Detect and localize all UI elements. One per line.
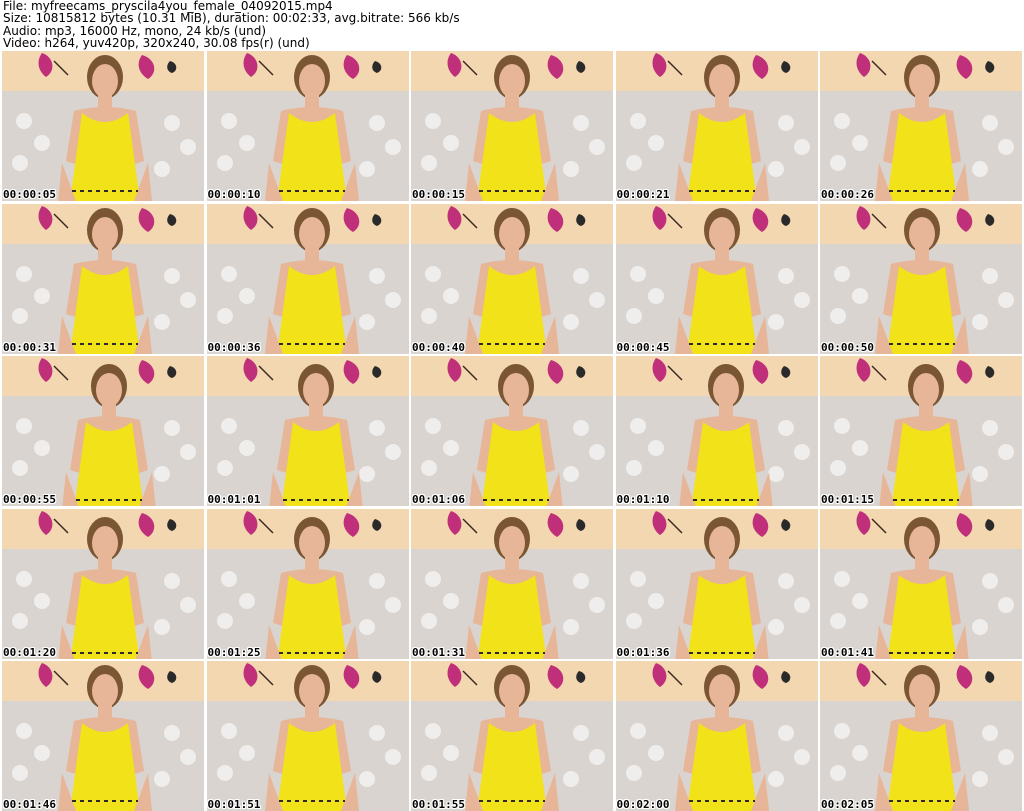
video-frame-image	[615, 661, 818, 811]
timestamp-label: 00:01:06	[412, 493, 465, 506]
timestamp-label: 00:02:00	[616, 798, 670, 811]
timestamp-label: 00:01:41	[821, 645, 874, 659]
timestamp-label: 00:01:15	[821, 493, 874, 506]
video-thumbnail: 00:01:25	[206, 508, 409, 659]
file-size-line: Size: 10815812 bytes (10.31 MiB), durati…	[3, 11, 460, 26]
timestamp-label: 00:01:46	[3, 798, 56, 811]
video-frame-image	[820, 508, 1022, 659]
video-thumbnail: 00:01:41	[820, 508, 1022, 659]
video-frame-image	[206, 508, 409, 659]
timestamp-label: 00:01:51	[207, 798, 261, 811]
video-frame-image	[820, 51, 1022, 201]
video-frame-image	[820, 203, 1022, 354]
video-thumbnail: 00:02:05	[820, 661, 1022, 811]
video-frame-image	[615, 51, 818, 201]
file-info-header: File: myfreecams_pryscila4you_female_040…	[3, 0, 1021, 50]
video-frame-image	[615, 356, 818, 506]
video-thumbnail: 00:01:06	[411, 356, 613, 506]
timestamp-label: 00:01:01	[207, 493, 261, 506]
timestamp-label: 00:00:31	[3, 340, 56, 354]
timestamp-label: 00:00:26	[821, 188, 874, 201]
video-frame-image	[2, 661, 204, 811]
video-thumbnail: 00:00:55	[2, 356, 204, 506]
video-thumbnail: 00:01:55	[411, 661, 613, 811]
video-frame-image	[2, 51, 204, 201]
timestamp-label: 00:02:05	[821, 798, 874, 811]
timestamp-label: 00:00:55	[3, 493, 56, 506]
video-thumbnail: 00:00:36	[206, 203, 409, 354]
video-thumbnail: 00:02:00	[615, 661, 818, 811]
video-thumbnail: 00:00:10	[206, 51, 409, 201]
timestamp-label: 00:00:36	[207, 340, 261, 354]
video-thumbnail: 00:01:15	[820, 356, 1022, 506]
timestamp-label: 00:00:10	[207, 188, 261, 201]
timestamp-label: 00:00:50	[821, 340, 874, 354]
timestamp-label: 00:00:40	[412, 340, 465, 354]
video-thumbnail: 00:00:50	[820, 203, 1022, 354]
timestamp-label: 00:01:20	[3, 645, 56, 659]
video-thumbnail: 00:00:31	[2, 203, 204, 354]
video-frame-image	[615, 508, 818, 659]
video-thumbnail: 00:01:46	[2, 661, 204, 811]
video-frame-image	[411, 356, 613, 506]
timestamp-label: 00:00:05	[3, 188, 56, 201]
video-frame-image	[411, 661, 613, 811]
video-frame-image	[206, 661, 409, 811]
video-thumbnail: 00:00:45	[615, 203, 818, 354]
video-frame-image	[2, 508, 204, 659]
timestamp-label: 00:00:21	[616, 188, 670, 201]
video-frame-image	[615, 203, 818, 354]
timestamp-label: 00:01:10	[616, 493, 670, 506]
timestamp-label: 00:01:25	[207, 645, 261, 659]
video-thumbnail: 00:01:01	[206, 356, 409, 506]
video-thumbnail: 00:01:20	[2, 508, 204, 659]
video-thumbnail: 00:01:10	[615, 356, 818, 506]
video-thumbnail: 00:00:21	[615, 51, 818, 201]
timestamp-label: 00:00:45	[616, 340, 670, 354]
video-info-line: Video: h264, yuv420p, 320x240, 30.08 fps…	[3, 35, 310, 50]
video-frame-image	[820, 661, 1022, 811]
video-thumbnail: 00:01:36	[615, 508, 818, 659]
video-frame-image	[206, 356, 409, 506]
timestamp-label: 00:01:31	[412, 645, 465, 659]
video-thumbnail: 00:01:31	[411, 508, 613, 659]
video-frame-image	[2, 203, 204, 354]
video-thumbnail: 00:00:26	[820, 51, 1022, 201]
timestamp-label: 00:01:55	[412, 798, 465, 811]
video-frame-image	[820, 356, 1022, 506]
video-frame-image	[411, 51, 613, 201]
video-frame-image	[206, 203, 409, 354]
video-thumbnail: 00:00:15	[411, 51, 613, 201]
video-frame-image	[411, 203, 613, 354]
video-thumbnail: 00:00:40	[411, 203, 613, 354]
video-frame-image	[411, 508, 613, 659]
video-frame-image	[2, 356, 204, 506]
video-frame-image	[206, 51, 409, 201]
thumbnail-grid: 00:00:05 00:00:10 00:00:15 00:00:21 00:00:26…	[2, 51, 1022, 811]
video-thumbnail: 00:01:51	[206, 661, 409, 811]
timestamp-label: 00:00:15	[412, 188, 465, 201]
timestamp-label: 00:01:36	[616, 645, 670, 659]
video-thumbnail: 00:00:05	[2, 51, 204, 201]
